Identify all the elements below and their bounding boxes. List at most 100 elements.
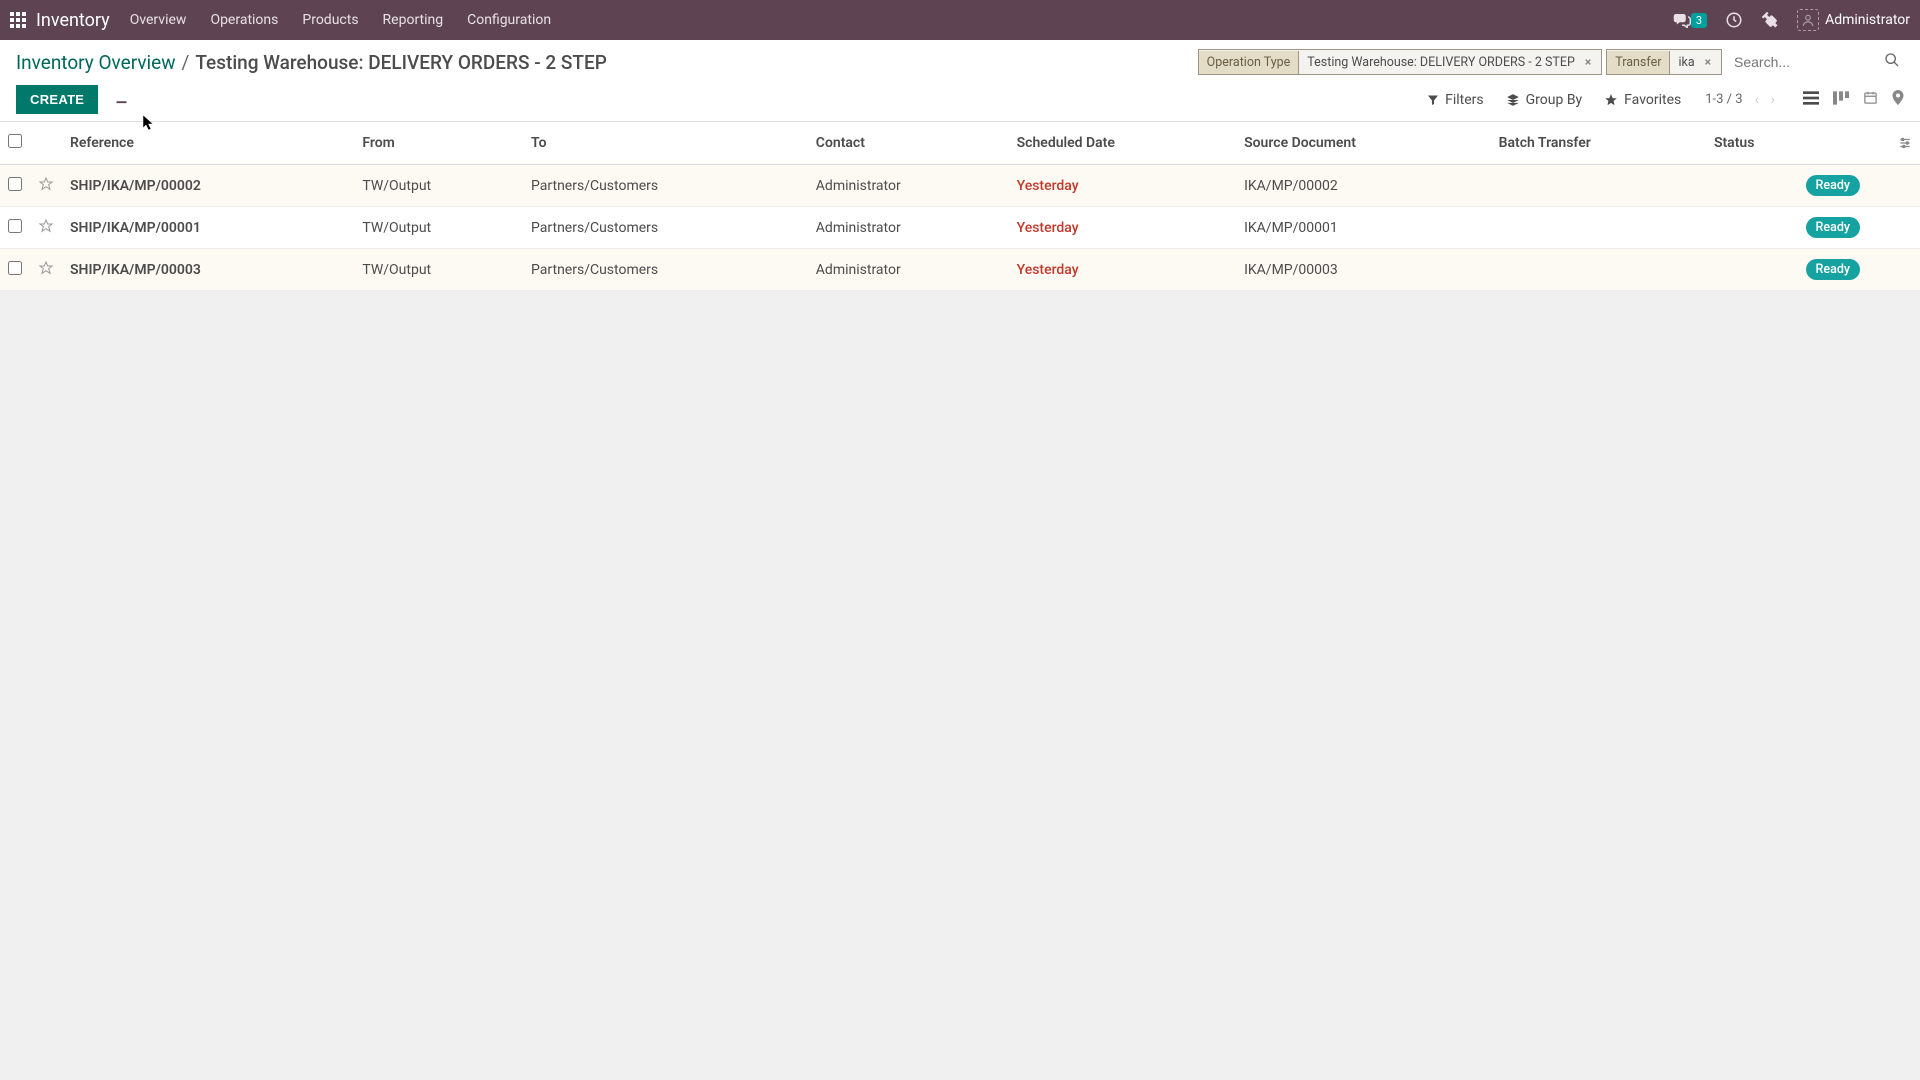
cell-batch: [1491, 207, 1706, 249]
avatar-icon: [1797, 9, 1819, 31]
sliders-icon: [1898, 136, 1912, 150]
pager-prev-button[interactable]: ‹: [1751, 88, 1763, 112]
cell-from: TW/Output: [354, 249, 523, 291]
nav-link-operations[interactable]: Operations: [210, 12, 278, 28]
row-checkbox[interactable]: [8, 219, 22, 233]
messages-count-badge: 3: [1691, 13, 1707, 28]
star-icon[interactable]: [38, 264, 54, 280]
download-button[interactable]: [108, 84, 135, 115]
cell-batch: [1491, 165, 1706, 207]
user-name: Administrator: [1825, 12, 1910, 28]
cell-source: IKA/MP/00002: [1236, 165, 1491, 207]
cell-status: Ready: [1706, 207, 1890, 249]
module-name[interactable]: Inventory: [36, 10, 110, 31]
table-row[interactable]: SHIP/IKA/MP/00002 TW/Output Partners/Cus…: [0, 165, 1920, 207]
facet-value: Testing Warehouse: DELIVERY ORDERS - 2 S…: [1307, 55, 1575, 70]
top-navbar: Inventory Overview Operations Products R…: [0, 0, 1920, 40]
facet-label: Transfer: [1607, 51, 1670, 74]
table-header-row: Reference From To Contact Scheduled Date…: [0, 122, 1920, 165]
star-icon[interactable]: [38, 180, 54, 196]
debug-icon[interactable]: [1761, 11, 1779, 29]
col-to[interactable]: To: [523, 122, 808, 165]
clock-icon[interactable]: [1725, 11, 1743, 29]
facet-value: ika: [1678, 55, 1694, 70]
cell-to: Partners/Customers: [523, 207, 808, 249]
nav-link-configuration[interactable]: Configuration: [467, 12, 551, 28]
pager-text[interactable]: 1-3 / 3: [1705, 92, 1742, 107]
cell-to: Partners/Customers: [523, 249, 808, 291]
row-checkbox[interactable]: [8, 177, 22, 191]
cell-status: Ready: [1706, 249, 1890, 291]
messages-button[interactable]: 3: [1673, 12, 1707, 28]
control-panel: Inventory Overview / Testing Warehouse: …: [0, 40, 1920, 122]
search-area: Operation Type Testing Warehouse: DELIVE…: [1198, 48, 1904, 76]
col-from[interactable]: From: [354, 122, 523, 165]
col-source[interactable]: Source Document: [1236, 122, 1491, 165]
optional-fields-button[interactable]: [1890, 122, 1920, 165]
col-scheduled[interactable]: Scheduled Date: [1009, 122, 1236, 165]
user-menu[interactable]: Administrator: [1797, 9, 1910, 31]
funnel-icon: [1427, 94, 1439, 106]
col-contact[interactable]: Contact: [808, 122, 1009, 165]
kanban-icon: [1833, 91, 1849, 105]
view-kanban-button[interactable]: [1833, 91, 1849, 109]
col-batch[interactable]: Batch Transfer: [1491, 122, 1706, 165]
col-reference[interactable]: Reference: [62, 122, 354, 165]
col-status[interactable]: Status: [1706, 122, 1890, 165]
cell-contact: Administrator: [808, 165, 1009, 207]
cell-from: TW/Output: [354, 165, 523, 207]
cell-batch: [1491, 249, 1706, 291]
groupby-button[interactable]: Group By: [1506, 92, 1583, 108]
table-row[interactable]: SHIP/IKA/MP/00003 TW/Output Partners/Cus…: [0, 249, 1920, 291]
cell-status: Ready: [1706, 165, 1890, 207]
view-calendar-button[interactable]: [1863, 90, 1878, 109]
nav-link-overview[interactable]: Overview: [130, 12, 187, 28]
table-row[interactable]: SHIP/IKA/MP/00001 TW/Output Partners/Cus…: [0, 207, 1920, 249]
facet-remove-icon[interactable]: ×: [1701, 55, 1715, 69]
cell-reference: SHIP/IKA/MP/00003: [62, 249, 354, 291]
status-badge: Ready: [1806, 259, 1860, 280]
list-icon: [1803, 91, 1819, 105]
facet-label: Operation Type: [1199, 51, 1300, 74]
cell-scheduled: Yesterday: [1009, 165, 1236, 207]
breadcrumb-parent[interactable]: Inventory Overview: [16, 51, 176, 74]
status-badge: Ready: [1806, 175, 1860, 196]
cell-reference: SHIP/IKA/MP/00002: [62, 165, 354, 207]
nav-link-products[interactable]: Products: [302, 12, 358, 28]
search-icon[interactable]: [1880, 48, 1904, 76]
map-pin-icon: [1892, 90, 1904, 105]
status-badge: Ready: [1806, 217, 1860, 238]
search-facet-operation-type: Operation Type Testing Warehouse: DELIVE…: [1198, 49, 1603, 75]
facet-remove-icon[interactable]: ×: [1581, 55, 1595, 69]
filters-button[interactable]: Filters: [1427, 92, 1484, 108]
cell-from: TW/Output: [354, 207, 523, 249]
cell-source: IKA/MP/00003: [1236, 249, 1491, 291]
search-input[interactable]: [1726, 50, 1876, 74]
view-switcher: [1803, 90, 1904, 109]
nav-links: Overview Operations Products Reporting C…: [130, 12, 1673, 28]
apps-icon[interactable]: [10, 12, 26, 28]
breadcrumb-current: Testing Warehouse: DELIVERY ORDERS - 2 S…: [195, 51, 607, 74]
view-list-button[interactable]: [1803, 91, 1819, 109]
layers-icon: [1506, 93, 1520, 107]
favorites-button[interactable]: Favorites: [1604, 92, 1681, 108]
list-view: Reference From To Contact Scheduled Date…: [0, 122, 1920, 291]
create-button[interactable]: CREATE: [16, 85, 98, 114]
star-icon[interactable]: [38, 222, 54, 238]
nav-right: 3 Administrator: [1673, 9, 1910, 31]
nav-link-reporting[interactable]: Reporting: [383, 12, 444, 28]
breadcrumb: Inventory Overview / Testing Warehouse: …: [16, 51, 607, 74]
cell-scheduled: Yesterday: [1009, 249, 1236, 291]
breadcrumb-sep: /: [182, 51, 190, 74]
view-map-button[interactable]: [1892, 90, 1904, 109]
select-all-checkbox[interactable]: [8, 134, 22, 148]
filter-group: Filters Group By Favorites: [1427, 92, 1681, 108]
cell-to: Partners/Customers: [523, 165, 808, 207]
search-facet-transfer: Transfer ika ×: [1606, 49, 1722, 75]
row-checkbox[interactable]: [8, 261, 22, 275]
cell-contact: Administrator: [808, 207, 1009, 249]
pager-next-button[interactable]: ›: [1767, 88, 1779, 112]
cell-contact: Administrator: [808, 249, 1009, 291]
cell-scheduled: Yesterday: [1009, 207, 1236, 249]
calendar-icon: [1863, 90, 1878, 105]
